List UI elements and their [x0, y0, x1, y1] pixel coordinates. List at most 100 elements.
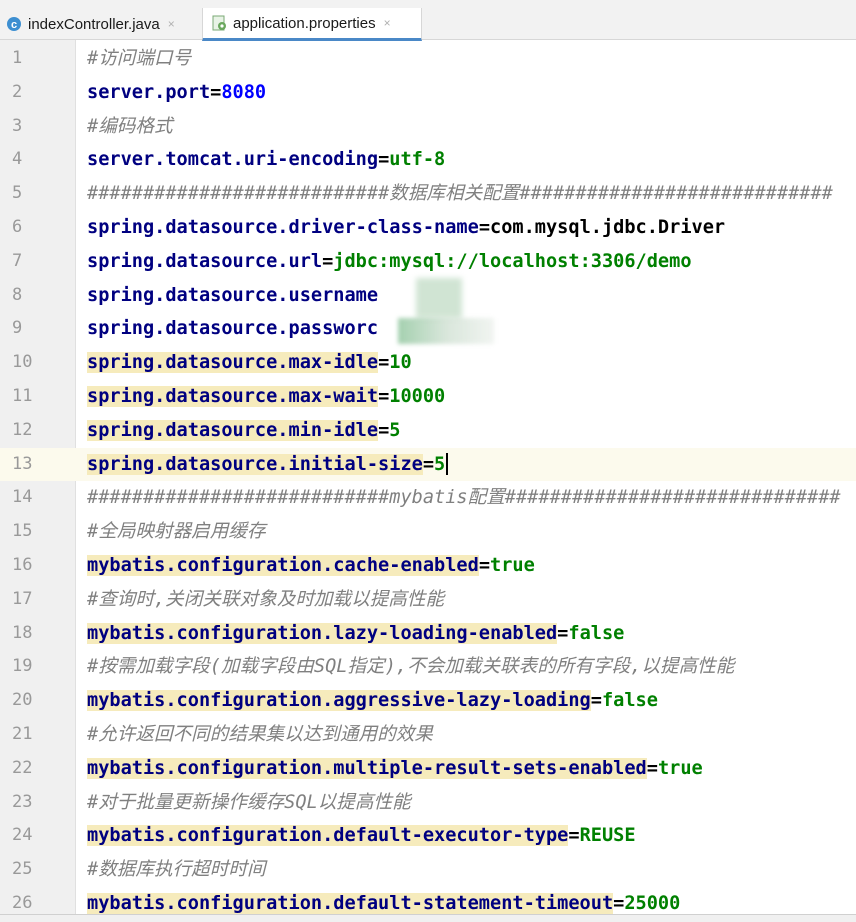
line-number: 11: [12, 386, 33, 406]
line-number: 18: [12, 622, 33, 643]
line-number: 21: [12, 724, 33, 744]
equals-sign: =: [557, 622, 569, 644]
equals-sign: =: [568, 825, 580, 847]
line-number: 24: [12, 825, 33, 846]
line-number: 15: [12, 521, 33, 542]
property-value: REUSE: [579, 825, 636, 847]
status-strip: [0, 914, 856, 922]
property-key: spring.datasource.min-idle: [87, 419, 379, 441]
property-key: spring.datasource.passworc: [87, 318, 379, 340]
comment: #全局映射器启用缓存: [87, 521, 266, 543]
code-line[interactable]: 2 server.port=8080: [0, 76, 856, 110]
line-number: 22: [12, 757, 33, 778]
property-key: mybatis.configuration.multiple-result-se…: [87, 757, 647, 779]
line-number: 12: [12, 419, 33, 440]
property-line: spring.datasource.max-idle=10: [87, 346, 412, 380]
property-line: mybatis.configuration.lazy-loading-enabl…: [87, 617, 624, 651]
line-number: 25: [12, 859, 33, 880]
equals-sign: =: [210, 81, 222, 103]
code-line[interactable]: 3 #编码格式: [0, 110, 856, 144]
equals-sign: =: [378, 419, 390, 441]
property-line: spring.datasource.url=jdbc:mysql://local…: [87, 245, 692, 279]
code-line[interactable]: 18 mybatis.configuration.lazy-loading-ena…: [0, 617, 856, 651]
property-value: utf-8: [389, 149, 446, 171]
code-editor[interactable]: 1 #访问端口号 2 server.port=8080 3 #编码格式 4 server.to…: [0, 40, 856, 922]
line-number: 7: [12, 250, 23, 271]
comment: #访问端口号: [87, 48, 192, 69]
line-number: 3: [12, 115, 23, 136]
comment-text: #全局映射器启用缓存: [87, 515, 266, 549]
line-number: 14: [12, 487, 33, 508]
property-line: server.tomcat.uri-encoding=utf-8: [87, 143, 445, 177]
property-line: mybatis.configuration.aggressive-lazy-lo…: [87, 684, 658, 718]
code-line[interactable]: 22 mybatis.configuration.multiple-result-…: [0, 752, 856, 786]
comment: ###########################数据库相关配置######…: [87, 183, 833, 205]
property-line: spring.datasource.initial-size=5: [87, 448, 449, 482]
property-value: 8080: [221, 81, 267, 103]
equals-sign: =: [378, 352, 390, 374]
line-number: 8: [12, 284, 23, 305]
property-value: 10: [389, 352, 412, 374]
property-line: spring.datasource.passworc: [87, 312, 378, 346]
line-number: 2: [12, 81, 23, 102]
code-line[interactable]: 20 mybatis.configuration.aggressive-lazy-…: [0, 684, 856, 718]
property-line: spring.datasource.min-idle=5: [87, 414, 400, 448]
code-line[interactable]: 23 #对于批量更新操作缓存SQL以提高性能: [0, 786, 856, 820]
property-line: spring.datasource.max-wait=10000: [87, 380, 445, 414]
code-line[interactable]: 25 #数据库执行超时时间: [0, 853, 856, 887]
comment: ###########################mybatis配置####…: [87, 487, 841, 509]
redaction-blur: [416, 278, 462, 318]
comment: #允许返回不同的结果集以达到通用的效果: [87, 724, 433, 745]
code-line[interactable]: 12 spring.datasource.min-idle=5: [0, 414, 856, 448]
property-line: mybatis.configuration.multiple-result-se…: [87, 752, 703, 786]
code-line[interactable]: 7 spring.datasource.url=jdbc:mysql://loca…: [0, 245, 856, 279]
code-line[interactable]: 15 #全局映射器启用缓存: [0, 515, 856, 549]
comment: #编码格式: [87, 115, 173, 137]
comment-text: #允许返回不同的结果集以达到通用的效果: [87, 718, 433, 752]
line-number: 19: [12, 656, 33, 677]
line-number: 10: [12, 352, 33, 373]
code-line[interactable]: 19 #按需加载字段(加载字段由SQL指定),不会加载关联表的所有字段,以提高性能: [0, 650, 856, 684]
line-number: 16: [12, 555, 33, 575]
property-line: server.port=8080: [87, 76, 266, 110]
property-key: mybatis.configuration.default-statement-…: [87, 893, 614, 914]
code-line[interactable]: 16 mybatis.configuration.cache-enabled=tr…: [0, 549, 856, 583]
code-line[interactable]: 17 #查询时,关闭关联对象及时加载以提高性能: [0, 583, 856, 617]
property-line: mybatis.configuration.default-executor-t…: [87, 819, 636, 853]
code-line[interactable]: 10 spring.datasource.max-idle=10: [0, 346, 856, 380]
close-icon[interactable]: ×: [384, 16, 391, 30]
code-line[interactable]: 14 ###########################mybatis配置##…: [0, 481, 856, 515]
code-line[interactable]: 21 #允许返回不同的结果集以达到通用的效果: [0, 718, 856, 752]
code-line[interactable]: 5 ###########################数据库相关配置#####…: [0, 177, 856, 211]
equals-sign: =: [378, 149, 390, 171]
text-caret: [446, 453, 449, 476]
property-key: spring.datasource.driver-class-name: [87, 217, 479, 238]
property-value: false: [601, 690, 658, 712]
code-line[interactable]: 1 #访问端口号: [0, 42, 856, 76]
close-icon[interactable]: ×: [168, 17, 175, 31]
comment-text: #数据库执行超时时间: [87, 853, 266, 887]
line-number: 4: [12, 149, 23, 170]
tab-index-controller[interactable]: c indexController.java ×: [4, 8, 200, 40]
property-key: mybatis.configuration.cache-enabled: [87, 555, 479, 576]
line-number: 20: [12, 690, 33, 711]
code-line[interactable]: 6 spring.datasource.driver-class-name=com…: [0, 211, 856, 245]
comment-text: #编码格式: [87, 110, 173, 144]
code-line[interactable]: 24 mybatis.configuration.default-executor…: [0, 819, 856, 853]
property-value: jdbc:mysql://localhost:3306/demo: [333, 250, 692, 272]
comment-text: ###########################数据库相关配置######…: [87, 177, 833, 211]
tab-application-properties[interactable]: application.properties ×: [202, 8, 422, 41]
comment-text: #对于批量更新操作缓存SQL以提高性能: [87, 786, 411, 820]
tab-label: indexController.java: [28, 15, 160, 33]
comment: #按需加载字段(加载字段由SQL指定),不会加载关联表的所有字段,以提高性能: [87, 656, 735, 678]
code-line[interactable]: 11 spring.datasource.max-wait=10000: [0, 380, 856, 414]
property-value: 5: [434, 453, 446, 475]
property-value: 25000: [624, 893, 681, 914]
code-line[interactable]: 4 server.tomcat.uri-encoding=utf-8: [0, 143, 856, 177]
property-value: true: [490, 555, 535, 576]
property-key: mybatis.configuration.default-executor-t…: [87, 825, 569, 847]
property-value: true: [657, 757, 703, 779]
code-line[interactable]: 13 spring.datasource.initial-size=5: [0, 447, 856, 482]
property-key: mybatis.configuration.lazy-loading-enabl…: [87, 622, 558, 644]
property-value: 10000: [389, 386, 446, 407]
